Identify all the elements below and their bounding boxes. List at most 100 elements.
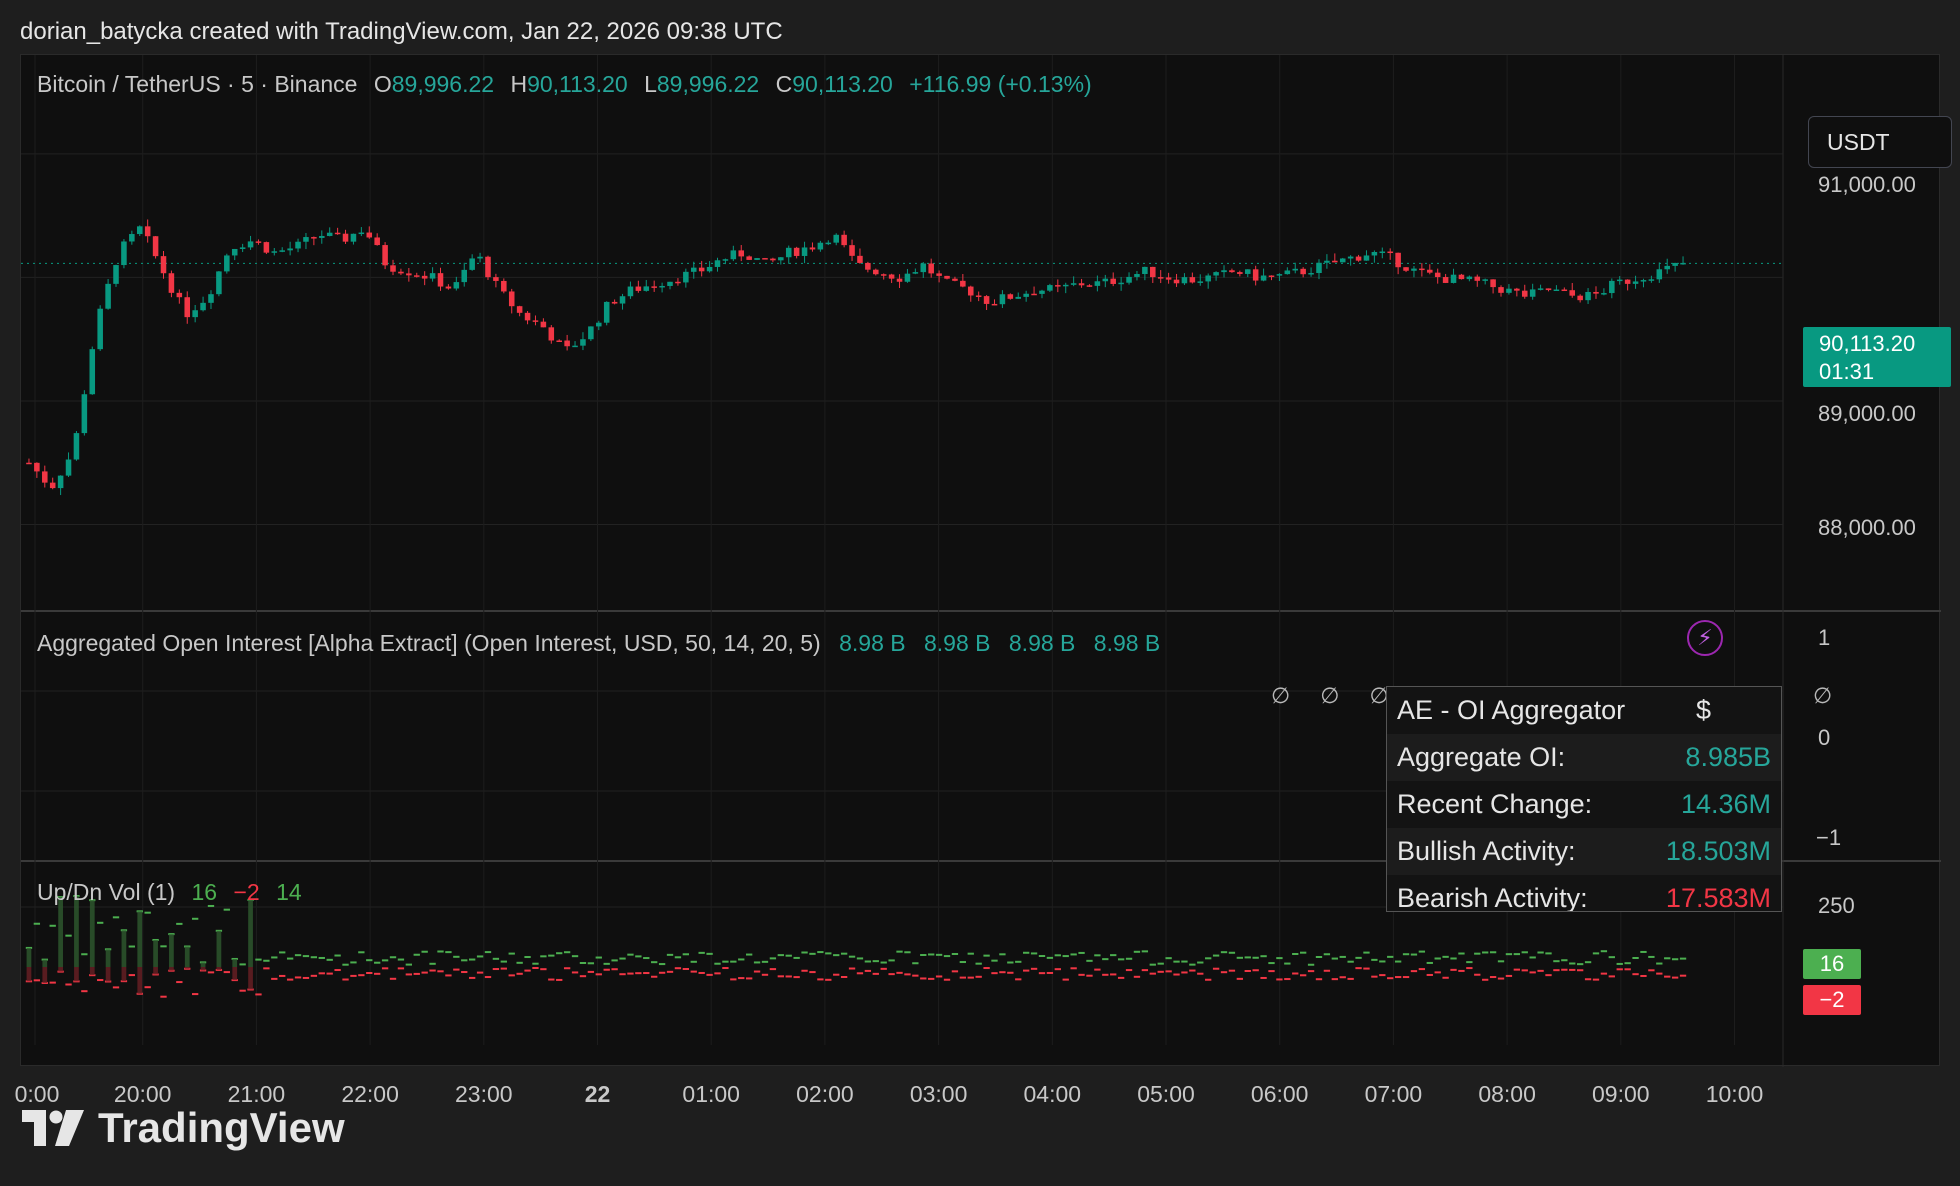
candle [524, 312, 531, 321]
candle [461, 269, 468, 283]
candle [667, 281, 673, 286]
chart-canvas[interactable] [21, 55, 1941, 1067]
candle [406, 273, 412, 276]
low-value: 89,996.22 [656, 71, 760, 97]
candle [477, 256, 483, 259]
candle [1237, 272, 1243, 274]
oi-axis-label: 0 [1818, 725, 1831, 750]
oi-table-title: AE - OI Aggregator [1397, 695, 1626, 725]
candle [413, 275, 420, 277]
candle [849, 245, 855, 256]
candle [429, 273, 436, 279]
currency-selector-button[interactable]: USDT [1808, 116, 1952, 168]
candle [1577, 295, 1583, 301]
oi-value-4: 8.98 B [1093, 630, 1161, 656]
candle [1482, 279, 1488, 281]
chart-attribution: dorian_batycka created with TradingView.… [20, 18, 783, 45]
candle [319, 235, 325, 238]
symbol-legend: Bitcoin / TetherUS · 5 · Binance O89,996… [37, 71, 1092, 98]
candle [635, 286, 642, 291]
candle [334, 232, 341, 235]
candle [564, 340, 570, 347]
candle [1118, 282, 1124, 285]
candle [1680, 262, 1686, 265]
candle [1490, 279, 1496, 288]
symbol-name[interactable]: Bitcoin / TetherUS · 5 · Binance [37, 71, 357, 97]
time-axis-label: 09:00 [1592, 1081, 1650, 1107]
candle [1205, 275, 1211, 282]
tradingview-logo[interactable]: TradingView [22, 1098, 345, 1158]
candle [81, 394, 88, 434]
candle [1521, 290, 1528, 297]
volume-up-column [232, 958, 238, 967]
candle [1458, 274, 1465, 280]
candle [1221, 270, 1227, 273]
candle [1007, 294, 1014, 299]
candle [896, 278, 903, 282]
volume-up-column [26, 947, 32, 967]
candle [1506, 288, 1512, 293]
candle [358, 232, 365, 235]
volume-indicator-title[interactable]: Up/Dn Vol (1) [37, 879, 175, 905]
oi-value-2: 8.98 B [924, 630, 991, 656]
candle [1181, 277, 1188, 284]
candle [675, 281, 681, 284]
candle [34, 462, 40, 472]
candle [983, 296, 990, 304]
volume-up-tag: 16 [1803, 949, 1861, 979]
candle [1656, 269, 1663, 280]
candle [1632, 281, 1639, 284]
candle [1150, 266, 1156, 278]
volume-up-column [74, 896, 79, 967]
oi-indicator-title[interactable]: Aggregated Open Interest [Alpha Extract]… [37, 630, 821, 656]
candle [722, 259, 729, 261]
candle [160, 256, 167, 274]
candle [57, 475, 64, 489]
oi-table-header: AE - OI Aggregator $ [1387, 687, 1781, 734]
candle [176, 292, 183, 298]
volume-up-column [216, 930, 222, 967]
time-axis-label: 06:00 [1250, 1081, 1309, 1107]
candle [611, 301, 618, 304]
candle [1189, 277, 1196, 283]
candle [485, 256, 491, 278]
candle [1062, 284, 1069, 287]
lightning-icon[interactable]: ⚡ [1687, 620, 1723, 656]
candle [1197, 281, 1204, 283]
candle [1110, 278, 1116, 284]
oi-table-row: Recent Change: 14.36M [1387, 781, 1781, 828]
candle [698, 267, 705, 272]
time-axis-label: 22:00 [341, 1081, 399, 1107]
oi-table-row: Bullish Activity: 18.503M [1387, 828, 1781, 875]
candle [880, 274, 887, 276]
candle [580, 339, 586, 346]
candle [588, 326, 594, 340]
candle [603, 301, 610, 323]
candle [366, 232, 373, 238]
candle [865, 262, 871, 270]
candle [374, 237, 380, 246]
candle [1498, 287, 1504, 293]
candle [445, 286, 452, 289]
chart-frame[interactable]: Bitcoin / TetherUS · 5 · Binance O89,996… [15, 54, 1952, 1107]
time-axis-label: 03:00 [909, 1081, 968, 1107]
candle [1078, 283, 1085, 286]
candle [144, 226, 151, 237]
candle [208, 294, 214, 303]
volume-down-column [200, 967, 206, 971]
candle [1553, 289, 1560, 292]
candle [556, 340, 562, 343]
candle [1324, 260, 1330, 263]
candle [888, 274, 895, 279]
candle [967, 286, 974, 296]
candle [928, 263, 934, 274]
candle [1379, 251, 1386, 254]
low-label: L [644, 71, 657, 97]
candle [121, 241, 127, 266]
volume-up-column [169, 934, 174, 967]
volume-up-column [137, 911, 143, 967]
candle [1300, 268, 1306, 275]
candle [643, 286, 650, 291]
candle [1561, 289, 1568, 292]
candle [1142, 266, 1148, 275]
